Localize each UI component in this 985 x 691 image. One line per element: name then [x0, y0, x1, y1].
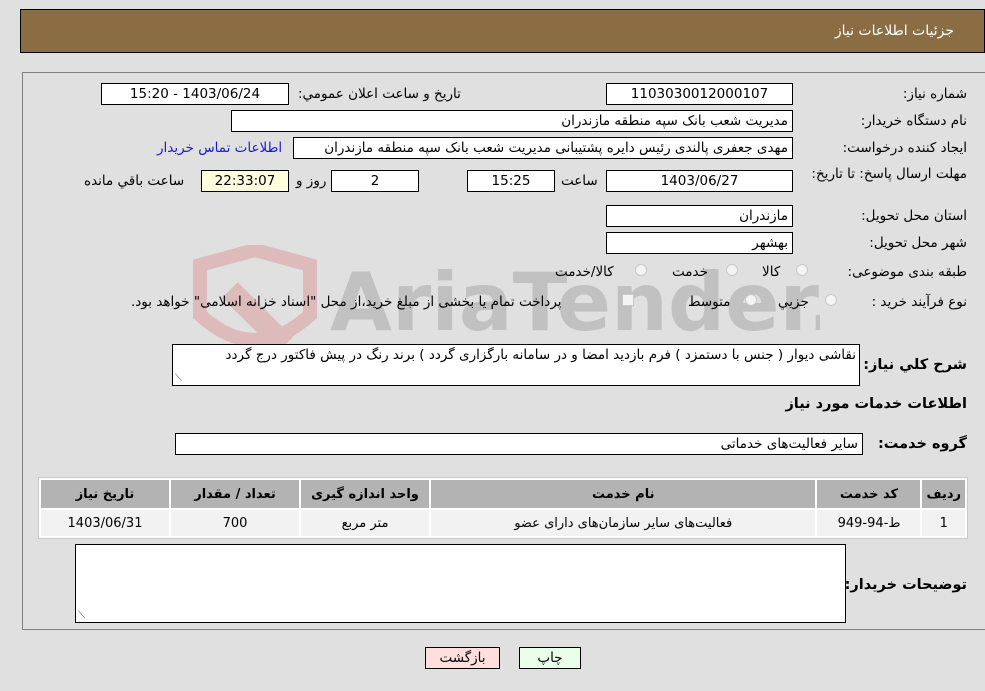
purchase-type-minor-radio[interactable]	[825, 294, 837, 306]
category-service-radio[interactable]	[726, 264, 738, 276]
purchase-type-minor-label: جزيي	[778, 294, 809, 310]
description-textarea[interactable]: نقاشی دیوار ( جنس با دستمزد ) فرم بازدید…	[172, 344, 860, 386]
description-text: نقاشی دیوار ( جنس با دستمزد ) فرم بازدید…	[225, 347, 856, 363]
need-number-field[interactable]: 1103030012000107	[606, 83, 793, 105]
services-table-header: ردیف کد خدمت نام خدمت واحد اندازه گیری ت…	[41, 480, 965, 508]
resize-grip-icon[interactable]: ⟋	[78, 610, 85, 621]
city-label: شهر محل تحویل:	[869, 235, 967, 251]
services-section-title: اطلاعات خدمات مورد نیاز	[785, 396, 967, 412]
deadline-time-field[interactable]: 15:25	[467, 170, 555, 192]
category-label: طبقه بندی موضوعی:	[847, 264, 967, 280]
resize-grip-icon[interactable]: ⟋	[175, 373, 182, 384]
description-label: شرح کلي نياز:	[863, 357, 967, 373]
buyer-contact-link[interactable]: اطلاعات تماس خريدار	[157, 140, 282, 156]
col-header-quantity: تعداد / مقدار	[171, 480, 299, 508]
deadline-label: مهلت ارسال پاسخ: تا تاریخ:	[811, 166, 967, 182]
days-label: روز و	[296, 173, 327, 189]
days-remaining-field[interactable]: 2	[331, 170, 419, 192]
deadline-time-label: ساعت	[561, 173, 598, 189]
print-button[interactable]: چاپ	[519, 647, 581, 669]
category-goods-label: کالا	[762, 264, 781, 280]
cell-row-number: 1	[922, 510, 965, 536]
page-title: جزئیات اطلاعات نیاز	[834, 23, 954, 39]
buyer-notes-textarea[interactable]: ⟋	[75, 544, 846, 623]
remaining-time-label: ساعت باقي مانده	[84, 173, 185, 189]
buyer-org-label: نام دستگاه خريدار:	[860, 113, 967, 129]
purchase-type-medium-radio[interactable]	[745, 294, 757, 306]
deadline-date-field[interactable]: 1403/06/27	[606, 170, 793, 192]
category-goods-service-label: کالا/خدمت	[555, 264, 614, 280]
creator-field[interactable]: مهدی جعفری پالندی رئیس دایره پشتیبانی مد…	[293, 137, 793, 159]
cell-unit: متر مربع	[301, 510, 429, 536]
treasury-note: پرداخت تمام یا بخشی از مبلغ خرید،از محل …	[131, 294, 562, 310]
buyer-org-field[interactable]: مدیریت شعب بانک سپه منطقه مازندران	[231, 110, 793, 132]
purchase-type-medium-label: متوسط	[688, 294, 731, 310]
buyer-notes-label: توضیحات خریدار:	[844, 577, 967, 593]
cell-service-code: ط-94-949	[817, 510, 921, 536]
col-header-date: تاریخ نیاز	[41, 480, 169, 508]
category-service-label: خدمت	[672, 264, 708, 280]
col-header-unit: واحد اندازه گیری	[301, 480, 429, 508]
services-table: ردیف کد خدمت نام خدمت واحد اندازه گیری ت…	[38, 477, 968, 539]
need-number-label: شماره نیاز:	[902, 86, 967, 102]
cell-quantity: 700	[171, 510, 299, 536]
city-field[interactable]: بهشهر	[606, 232, 793, 254]
page-header: جزئیات اطلاعات نیاز	[20, 9, 985, 53]
purchase-type-label: نوع فرآیند خرید :	[871, 294, 967, 310]
col-header-row: ردیف	[922, 480, 965, 508]
col-header-name: نام خدمت	[431, 480, 816, 508]
table-row: 1 ط-94-949 فعالیت‌های سایر سازمان‌های دا…	[41, 510, 965, 536]
service-group-label: گروه خدمت:	[877, 436, 967, 452]
province-field[interactable]: مازندران	[606, 205, 793, 227]
category-goods-service-radio[interactable]	[635, 264, 647, 276]
col-header-code: کد خدمت	[817, 480, 921, 508]
cell-need-date: 1403/06/31	[41, 510, 169, 536]
creator-label: ایجاد کننده درخواست:	[842, 140, 967, 156]
announce-date-label: تاریخ و ساعت اعلان عمومي:	[298, 86, 461, 102]
back-button[interactable]: بازگشت	[425, 647, 500, 669]
province-label: استان محل تحویل:	[861, 208, 967, 224]
announce-date-field[interactable]: 1403/06/24 - 15:20	[101, 83, 289, 105]
category-goods-radio[interactable]	[796, 264, 808, 276]
remaining-time-field[interactable]: 22:33:07	[201, 170, 289, 192]
treasury-checkbox[interactable]	[622, 294, 634, 306]
service-group-field[interactable]: سایر فعالیت‌های خدماتی	[175, 433, 863, 455]
cell-service-name: فعالیت‌های سایر سازمان‌های دارای عضو	[431, 510, 816, 536]
